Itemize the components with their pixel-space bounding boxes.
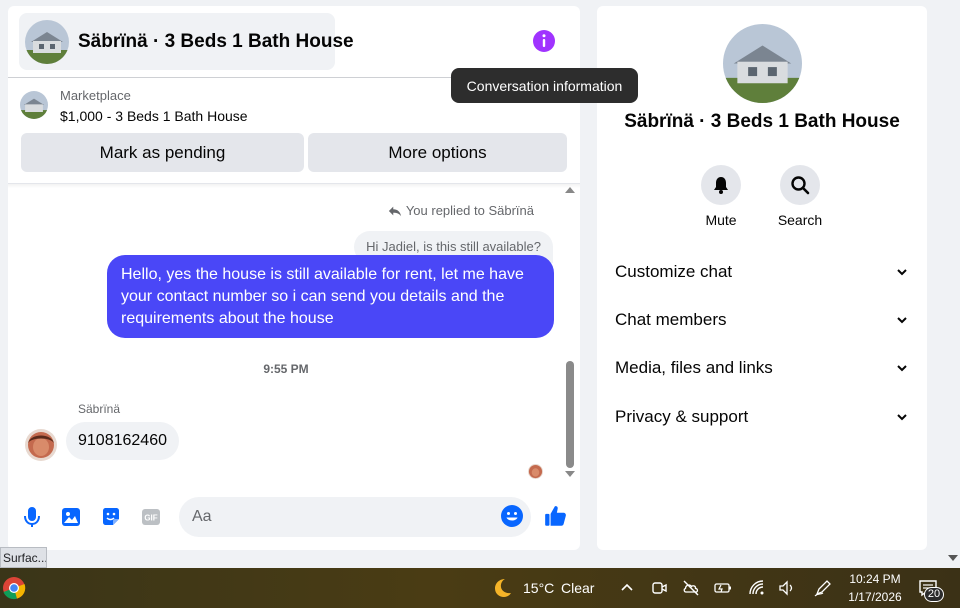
sender-avatar[interactable] (25, 429, 57, 461)
cloud-off-icon[interactable] (682, 579, 700, 597)
svg-text:GIF: GIF (144, 514, 157, 523)
conversation-header[interactable]: Säbrïnä · 3 Beds 1 Bath House (19, 13, 354, 70)
reply-indicator: You replied to Säbrïnä (388, 203, 534, 218)
conversation-title: Säbrïnä · 3 Beds 1 Bath House (78, 30, 354, 52)
section-privacy-support[interactable]: Privacy & support (615, 402, 909, 432)
scroll-up-arrow-icon[interactable] (565, 187, 575, 193)
reply-icon (388, 206, 401, 216)
photo-icon[interactable] (59, 505, 83, 529)
reply-indicator-text: You replied to Säbrïnä (405, 203, 534, 218)
search-label: Search (777, 212, 823, 228)
volume-icon[interactable] (778, 579, 796, 597)
seen-avatar (528, 464, 543, 479)
meet-now-icon[interactable] (650, 579, 668, 597)
page-scroll-down-arrow-icon[interactable] (948, 555, 958, 561)
scroll-down-arrow-icon[interactable] (565, 471, 575, 477)
mark-as-pending-button[interactable]: Mark as pending (21, 133, 304, 172)
emoji-icon[interactable] (500, 504, 524, 528)
profile-avatar[interactable] (723, 24, 802, 103)
listing-avatar (25, 19, 69, 64)
incoming-message[interactable]: 9108162460 (66, 422, 179, 460)
sender-name: Säbrïnä (78, 402, 121, 416)
profile-title: Säbrïnä · 3 Beds 1 Bath House (624, 111, 900, 132)
conversation-info-tooltip: Conversation information (451, 68, 638, 103)
weather-temperature[interactable]: 15°C (523, 580, 554, 596)
section-customize-chat[interactable]: Customize chat (615, 257, 909, 287)
microphone-icon[interactable] (20, 505, 44, 529)
clock-time[interactable]: 10:24 PM (849, 572, 901, 586)
marketplace-label: Marketplace (60, 88, 131, 103)
search-button[interactable]: Search (770, 165, 830, 228)
listing-summary[interactable]: $1,000 - 3 Beds 1 Bath House (60, 108, 248, 124)
scrollbar-thumb[interactable] (566, 361, 574, 468)
wifi-icon[interactable] (748, 579, 766, 597)
conversation-info-panel: Säbrïnä · 3 Beds 1 Bath House Mute Searc… (597, 6, 927, 550)
gif-icon[interactable]: GIF (139, 505, 163, 529)
mute-label: Mute (705, 212, 737, 228)
bell-icon (714, 177, 728, 194)
time-separator: 9:55 PM (263, 362, 309, 376)
info-icon[interactable] (532, 29, 556, 53)
taskbar: 15°C Clear 10:24 PM 1/17/2026 20 (0, 568, 960, 608)
more-options-button[interactable]: More options (308, 133, 567, 172)
section-label: Media, files and links (615, 358, 773, 377)
moon-icon[interactable] (491, 577, 513, 599)
clock-date[interactable]: 1/17/2026 (845, 590, 905, 604)
status-chip: Surfac... (0, 547, 47, 568)
chrome-icon[interactable] (2, 576, 26, 600)
outgoing-message[interactable]: Hello, yes the house is still available … (107, 255, 554, 338)
chevron-down-icon (897, 269, 907, 276)
actions-shadow (8, 184, 580, 188)
thumbs-up-icon[interactable] (543, 503, 569, 529)
notification-count-badge: 20 (924, 587, 944, 602)
section-media-files-links[interactable]: Media, files and links (615, 353, 909, 383)
section-label: Privacy & support (615, 407, 749, 426)
listing-thumbnail[interactable] (20, 91, 48, 119)
chevron-down-icon (897, 414, 907, 421)
section-chat-members[interactable]: Chat members (615, 305, 909, 335)
search-icon (791, 176, 810, 195)
battery-icon[interactable] (714, 579, 732, 597)
message-input[interactable] (179, 497, 531, 537)
mute-button[interactable]: Mute (691, 165, 751, 228)
sticker-icon[interactable] (99, 505, 123, 529)
chevron-down-icon (897, 317, 907, 324)
chevron-down-icon (897, 365, 907, 372)
section-label: Chat members (615, 310, 727, 329)
weather-condition[interactable]: Clear (561, 580, 594, 596)
chevron-up-icon[interactable] (618, 579, 636, 597)
section-label: Customize chat (615, 262, 733, 281)
pen-icon[interactable] (814, 579, 832, 597)
